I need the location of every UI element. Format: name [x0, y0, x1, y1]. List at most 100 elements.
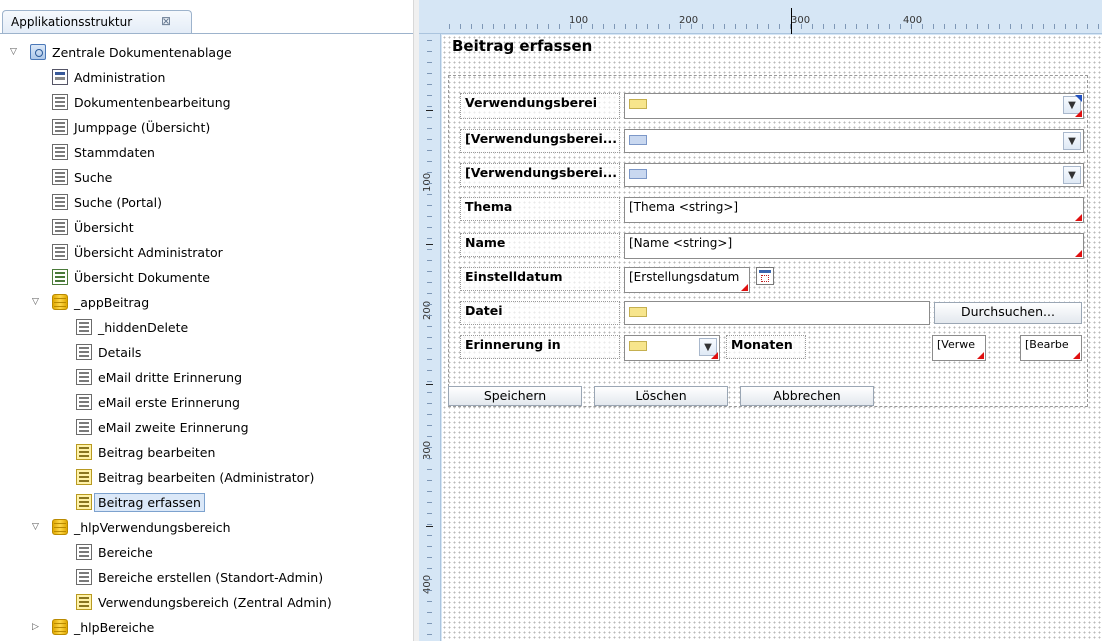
- bearbe-field[interactable]: [Bearbe: [1020, 335, 1082, 361]
- form-icon: [52, 219, 68, 235]
- yellow-form-icon: [76, 469, 92, 485]
- datei-field[interactable]: [624, 301, 930, 325]
- tree-node-label: Beitrag bearbeiten (Administrator): [98, 469, 315, 485]
- tree-node[interactable]: _hiddenDelete: [76, 315, 188, 339]
- tree-node[interactable]: Dokumentenbearbeitung: [52, 90, 231, 114]
- tree-node[interactable]: Zentrale Dokumentenablage: [30, 40, 232, 64]
- ruler-tick: [834, 24, 835, 29]
- ruler-tick: [768, 24, 769, 29]
- label-name[interactable]: Name: [460, 233, 620, 257]
- ruler-tick: [1076, 24, 1077, 29]
- label-einstelldatum[interactable]: Einstelldatum: [460, 267, 620, 291]
- ruler-tick: [702, 24, 703, 29]
- ruler-tick: [449, 24, 450, 29]
- tree-node[interactable]: eMail dritte Erinnerung: [76, 365, 242, 389]
- name-field[interactable]: [Name <string>]: [624, 233, 1084, 259]
- tree-node[interactable]: Administration: [52, 65, 165, 89]
- tree-node[interactable]: Verwendungsbereich (Zentral Admin): [76, 590, 332, 614]
- form-icon: [76, 544, 92, 560]
- ruler-tick: [1010, 24, 1011, 29]
- ruler-major-tick: [426, 526, 433, 527]
- label-datei[interactable]: Datei: [460, 301, 620, 325]
- label-erinnerung[interactable]: Erinnerung in: [460, 335, 620, 359]
- form-title[interactable]: Beitrag erfassen: [452, 37, 592, 55]
- tree-node[interactable]: Übersicht: [52, 215, 134, 239]
- tree-node[interactable]: Details: [76, 340, 141, 364]
- verwendungsbereich-dropdown-2[interactable]: ▼: [624, 129, 1084, 153]
- tree-node-label: Bereiche: [98, 544, 153, 560]
- label-verwendungsbereich-3[interactable]: [Verwendungsberei...: [460, 163, 620, 187]
- tree-node[interactable]: Suche (Portal): [52, 190, 162, 214]
- vruler-label-400: 400: [422, 574, 433, 594]
- collapse-twisty-icon[interactable]: ▽: [32, 522, 42, 532]
- tab-applikationsstruktur[interactable]: Applikationsstruktur ⊠: [2, 10, 192, 34]
- ruler-tick: [427, 447, 432, 448]
- ruler-tick: [427, 381, 432, 382]
- ruler-tick: [427, 425, 432, 426]
- tree-node[interactable]: Übersicht Administrator: [52, 240, 223, 264]
- label-verwendungsbereich-1[interactable]: Verwendungsberei: [460, 93, 620, 119]
- ruler-tick: [1032, 24, 1033, 29]
- tree-node-label: Beitrag bearbeiten: [98, 444, 216, 460]
- yellow-form-icon: [76, 444, 92, 460]
- collapse-twisty-icon[interactable]: ▽: [32, 297, 42, 307]
- collapse-twisty-icon[interactable]: ▽: [10, 47, 20, 57]
- expand-twisty-icon[interactable]: ▷: [32, 622, 42, 632]
- name-field-text: [Name <string>]: [629, 236, 733, 250]
- tree-node[interactable]: Suche: [52, 165, 112, 189]
- app-icon: [30, 44, 46, 60]
- tree-node[interactable]: Beitrag erfassen: [76, 490, 205, 514]
- verwendungsbereich-dropdown-1[interactable]: ▼: [624, 93, 1084, 119]
- ruler-tick: [427, 348, 432, 349]
- save-button[interactable]: Speichern: [448, 386, 582, 406]
- delete-button[interactable]: Löschen: [594, 386, 728, 406]
- form-icon: [52, 119, 68, 135]
- ruler-tick: [427, 458, 432, 459]
- label-monaten[interactable]: Monaten: [726, 335, 806, 359]
- calendar-icon[interactable]: [756, 267, 774, 285]
- tree-node[interactable]: _appBeitrag: [52, 290, 149, 314]
- form-icon: [76, 569, 92, 585]
- einstelldatum-field[interactable]: [Erstellungsdatum: [624, 267, 750, 293]
- cancel-button[interactable]: Abbrechen: [740, 386, 874, 406]
- tree-node[interactable]: _hlpBereiche: [52, 615, 154, 639]
- verwe-field[interactable]: [Verwe: [932, 335, 986, 361]
- browse-button[interactable]: Durchsuchen...: [934, 302, 1082, 324]
- tree-node[interactable]: Jumppage (Übersicht): [52, 115, 210, 139]
- tree-node[interactable]: Bereiche: [76, 540, 153, 564]
- ruler-tick: [603, 24, 604, 29]
- chevron-down-icon[interactable]: ▼: [1063, 132, 1081, 150]
- ruler-tick: [548, 24, 549, 29]
- ruler-tick: [427, 579, 432, 580]
- application-structure-panel: Applikationsstruktur ⊠ ▽ Zentrale Dokumen…: [0, 0, 413, 641]
- ruler-tick: [427, 326, 432, 327]
- ruler-tick: [427, 337, 432, 338]
- yellow-form-icon: [76, 494, 92, 510]
- tree-node[interactable]: Bereiche erstellen (Standort-Admin): [76, 565, 323, 589]
- tree-node[interactable]: Übersicht Dokumente: [52, 265, 210, 289]
- label-thema[interactable]: Thema: [460, 197, 620, 221]
- ruler-tick: [427, 304, 432, 305]
- tree-node-label: Dokumentenbearbeitung: [74, 94, 231, 110]
- verwendungsbereich-dropdown-3[interactable]: ▼: [624, 163, 1084, 187]
- ruler-tick: [482, 24, 483, 29]
- tree-node[interactable]: Stammdaten: [52, 140, 155, 164]
- close-tab-icon[interactable]: ⊠: [161, 14, 171, 28]
- tree-node[interactable]: _hlpVerwendungsbereich: [52, 515, 231, 539]
- tree-node[interactable]: Beitrag bearbeiten (Administrator): [76, 465, 314, 489]
- thema-field[interactable]: [Thema <string>]: [624, 197, 1084, 223]
- ruler-tick: [427, 205, 432, 206]
- design-canvas[interactable]: Beitrag erfassen Verwendungsberei ▼ [Ver…: [442, 35, 1102, 641]
- chevron-down-icon[interactable]: ▼: [1063, 166, 1081, 184]
- tree-node[interactable]: Beitrag bearbeiten: [76, 440, 215, 464]
- label-verwendungsbereich-2[interactable]: [Verwendungsberei...: [460, 129, 620, 153]
- tree-node-label: _hiddenDelete: [98, 319, 189, 335]
- thema-field-text: [Thema <string>]: [629, 200, 739, 214]
- placeholder-icon: [629, 98, 647, 109]
- ruler-major-tick: [426, 384, 433, 385]
- ruler-tick: [812, 24, 813, 29]
- erinnerung-dropdown[interactable]: ▼: [624, 335, 720, 361]
- tree-node[interactable]: eMail erste Erinnerung: [76, 390, 240, 414]
- ruler-tick: [977, 24, 978, 29]
- tree-node[interactable]: eMail zweite Erinnerung: [76, 415, 249, 439]
